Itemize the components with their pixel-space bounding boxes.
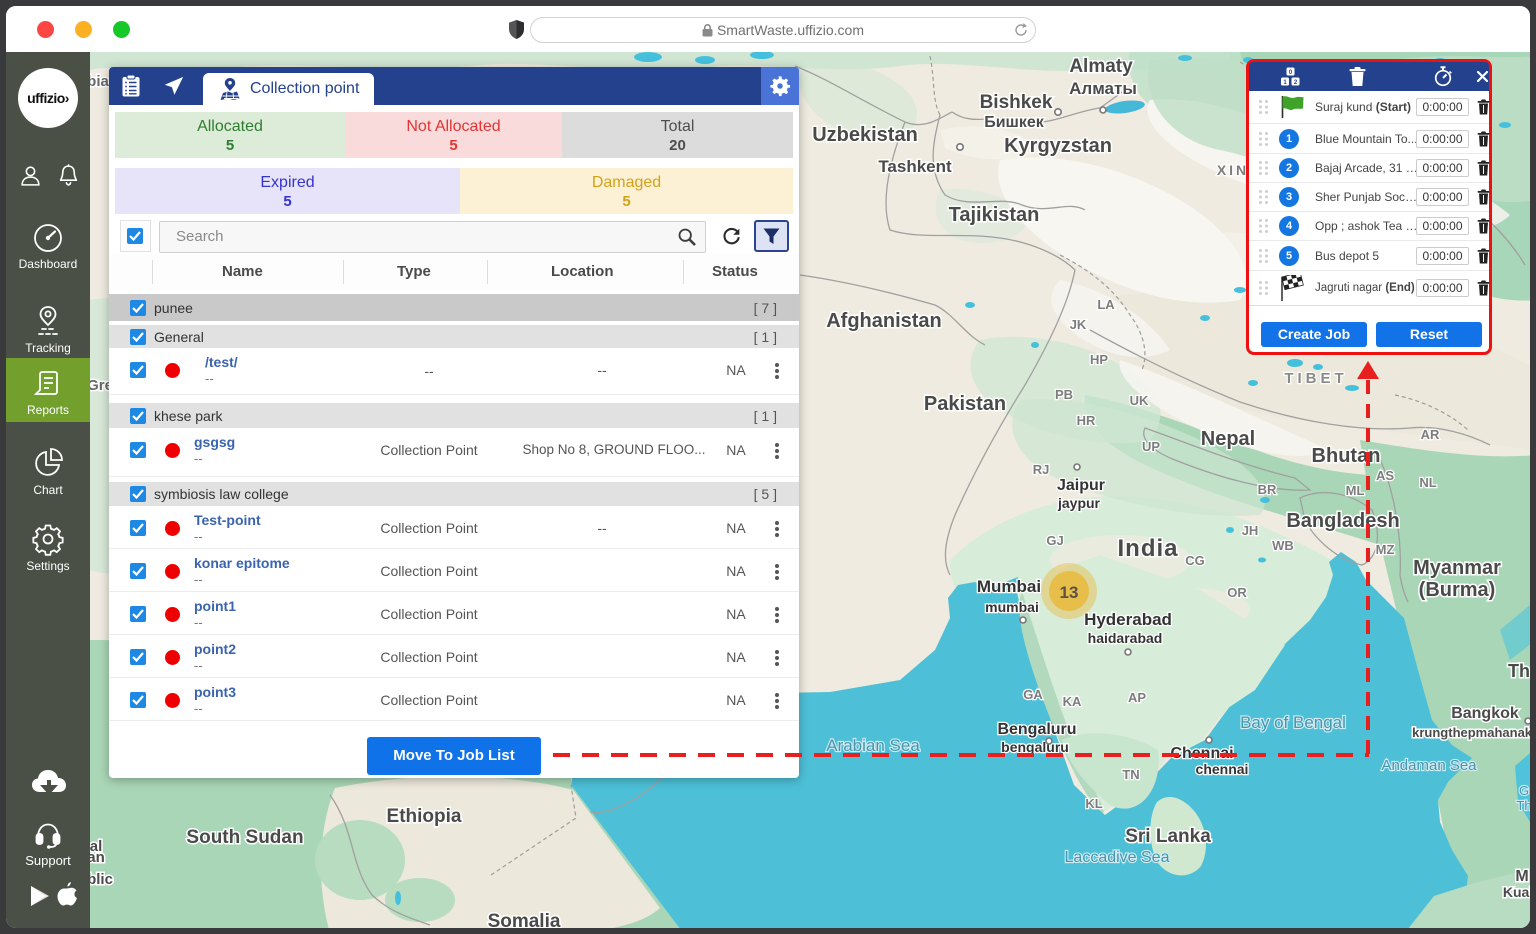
svg-text:PB: PB [1055,387,1073,402]
svg-text:HR: HR [1077,413,1096,428]
svg-text:UP: UP [1142,439,1160,454]
svg-text:Mumbai: Mumbai [977,577,1041,596]
svg-text:JH: JH [1242,523,1259,538]
svg-text:RJ: RJ [1033,462,1050,477]
svg-text:Myanmar: Myanmar [1413,557,1501,579]
svg-text:Pakistan: Pakistan [924,393,1006,415]
svg-text:Бишкек: Бишкек [984,114,1045,131]
svg-text:GA: GA [1023,687,1043,702]
svg-text:Somalia: Somalia [488,911,561,928]
svg-text:Afghanistan: Afghanistan [826,310,942,332]
svg-text:Th: Th [1516,798,1530,813]
svg-text:KL: KL [1085,796,1102,811]
svg-text:13: 13 [1060,583,1079,602]
svg-text:TN: TN [1122,767,1139,782]
svg-text:Almaty: Almaty [1069,56,1133,77]
svg-text:Tajikistan: Tajikistan [949,204,1040,226]
svg-text:Uzbekistan: Uzbekistan [812,124,918,146]
svg-text:mumbai: mumbai [985,599,1039,615]
svg-text:Bishkek: Bishkek [980,92,1053,113]
svg-text:TIBET: TIBET [1284,370,1347,387]
svg-text:Andaman Sea: Andaman Sea [1381,757,1477,774]
svg-text:Ethiopia: Ethiopia [387,806,462,827]
svg-text:AP: AP [1128,690,1146,705]
svg-text:an: an [90,849,105,866]
svg-text:South Sudan: South Sudan [186,827,303,848]
svg-text:ML: ML [1346,483,1365,498]
svg-text:Nepal: Nepal [1201,428,1255,450]
svg-text:(Burma): (Burma) [1419,579,1496,601]
svg-text:Tha: Tha [1508,661,1530,681]
svg-text:Kual: Kual [1503,884,1530,900]
svg-text:Bangkok: Bangkok [1451,705,1519,722]
svg-text:Алматы: Алматы [1069,79,1137,98]
svg-text:haidarabad: haidarabad [1088,630,1163,646]
svg-text:KA: KA [1063,694,1082,709]
svg-text:G: G [1519,783,1529,798]
svg-text:MZ: MZ [1376,542,1395,557]
svg-text:UK: UK [1130,393,1149,408]
svg-text:bia: bia [90,73,109,90]
svg-text:Jaipur: Jaipur [1057,477,1105,494]
svg-text:Bay of Bengal: Bay of Bengal [1240,713,1346,732]
svg-text:NL: NL [1419,475,1436,490]
svg-text:JK: JK [1070,317,1087,332]
svg-text:XIN: XIN [1217,162,1249,178]
svg-text:krungthepmahanakhon: krungthepmahanakhon [1412,725,1530,740]
svg-text:Bhutan: Bhutan [1312,445,1381,467]
svg-text:Hyderabad: Hyderabad [1084,610,1172,629]
svg-text:Tashkent: Tashkent [878,157,952,176]
svg-text:OR: OR [1227,585,1247,600]
svg-text:LA: LA [1097,297,1115,312]
svg-text:M: M [1515,868,1528,885]
svg-text:CG: CG [1185,553,1205,568]
svg-text:AS: AS [1376,468,1394,483]
svg-text:HP: HP [1090,352,1108,367]
svg-text:Sri Lanka: Sri Lanka [1125,826,1211,847]
svg-text:chennai: chennai [1196,761,1249,777]
svg-text:jaypur: jaypur [1057,495,1101,511]
svg-text:BR: BR [1258,482,1277,497]
svg-text:Bengaluru: Bengaluru [997,721,1076,738]
svg-text:India: India [1117,535,1178,562]
svg-text:WB: WB [1272,538,1294,553]
svg-text:Bangladesh: Bangladesh [1286,510,1399,532]
svg-text:AR: AR [1421,427,1440,442]
svg-text:Laccadive Sea: Laccadive Sea [1065,849,1170,866]
svg-text:GJ: GJ [1046,533,1063,548]
svg-text:blic: blic [90,871,113,888]
svg-text:Kyrgyzstan: Kyrgyzstan [1004,135,1112,157]
